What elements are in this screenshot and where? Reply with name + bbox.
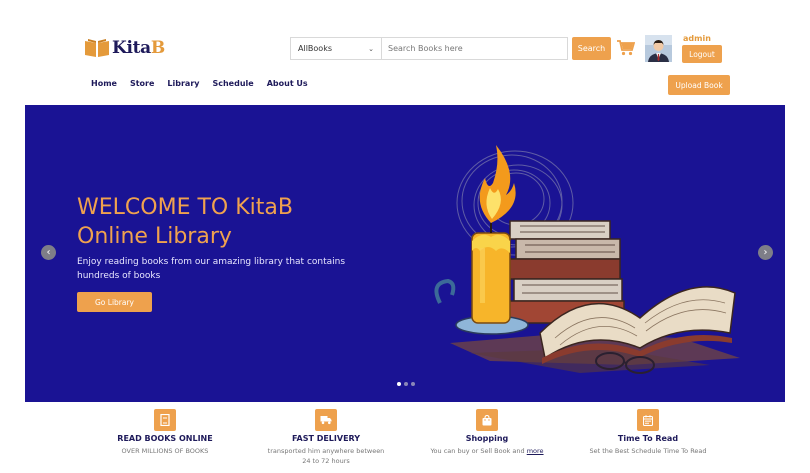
logo-text-main: Kita (112, 38, 151, 58)
carousel-dot[interactable] (411, 382, 415, 386)
feature-icon-box (637, 409, 659, 431)
hero-title-line2: Online Library (77, 224, 232, 249)
hero-title-line1: WELCOME TO KitaB (77, 195, 293, 220)
logout-button[interactable]: Logout (682, 45, 722, 63)
feature-desc: transported him anywhere between 24 to 7… (267, 447, 385, 465)
nav-item-schedule[interactable]: Schedule (212, 79, 253, 88)
category-select[interactable]: AllBooks ⌄ (290, 37, 381, 60)
nav-item-home[interactable]: Home (91, 79, 117, 88)
books-candle-illustration (434, 145, 740, 374)
logo[interactable]: KitaB (84, 38, 165, 58)
logo-text-accent: B (150, 38, 165, 58)
page: KitaB AllBooks ⌄ Search Books here Searc… (0, 0, 810, 473)
nav-item-store[interactable]: Store (130, 79, 154, 88)
carousel-dot[interactable] (397, 382, 401, 386)
hero-title: WELCOME TO KitaB Online Library (77, 193, 417, 251)
hero-subtitle: Enjoy reading books from our amazing lib… (77, 257, 346, 281)
shopping-bag-icon (482, 414, 492, 425)
user-name: admin (683, 34, 711, 43)
more-link[interactable]: more (527, 447, 544, 455)
feature-icon-box (154, 409, 176, 431)
hero-carousel: WELCOME TO KitaB Online Library Enjoy re… (25, 105, 785, 402)
book-icon (160, 414, 170, 426)
open-book-logo-icon (85, 39, 109, 57)
shopping-cart-icon[interactable] (617, 40, 635, 56)
main-nav: Home Store Library Schedule About Us (91, 79, 308, 88)
search-input[interactable]: Search Books here (381, 37, 568, 60)
search-bar: AllBooks ⌄ Search Books here (290, 37, 568, 60)
chevron-down-icon: ⌄ (368, 44, 374, 53)
feature-title: Shopping (465, 434, 509, 443)
feature-title: Time To Read (617, 434, 679, 443)
feature-desc: You can buy or Sell Book and more (412, 446, 562, 456)
feature-fast-delivery: FAST DELIVERY transported him anywhere b… (251, 409, 401, 466)
go-library-button[interactable]: Go Library (77, 292, 152, 312)
carousel-prev-button[interactable]: ‹ (41, 245, 56, 260)
truck-icon (320, 416, 332, 425)
search-placeholder: Search Books here (388, 44, 463, 53)
chevron-left-icon: ‹ (46, 246, 51, 258)
feature-time-to-read: Time To Read Set the Best Schedule Time … (573, 409, 723, 456)
carousel-next-button[interactable]: › (758, 245, 773, 260)
feature-desc: OVER MILLIONS OF BOOKS (121, 447, 209, 455)
feature-icon-box (315, 409, 337, 431)
avatar[interactable] (645, 35, 672, 62)
category-select-value: AllBooks (298, 44, 332, 53)
feature-shopping: Shopping You can buy or Sell Book and mo… (412, 409, 562, 456)
calendar-icon (643, 414, 653, 426)
feature-desc-text: You can buy or Sell Book and (430, 447, 525, 455)
nav-item-about-us[interactable]: About Us (267, 79, 308, 88)
chevron-right-icon: › (763, 246, 768, 258)
feature-desc: Set the Best Schedule Time To Read (589, 447, 707, 455)
search-button[interactable]: Search (572, 37, 611, 60)
logo-text: KitaB (112, 38, 165, 58)
carousel-indicators (397, 382, 415, 386)
feature-read-online: READ BOOKS ONLINE OVER MILLIONS OF BOOKS (90, 409, 240, 456)
carousel-dot[interactable] (404, 382, 408, 386)
feature-icon-box (476, 409, 498, 431)
feature-title: FAST DELIVERY (291, 434, 361, 443)
upload-book-button[interactable]: Upload Book (668, 75, 730, 95)
feature-title: READ BOOKS ONLINE (117, 434, 213, 443)
nav-item-library[interactable]: Library (167, 79, 199, 88)
